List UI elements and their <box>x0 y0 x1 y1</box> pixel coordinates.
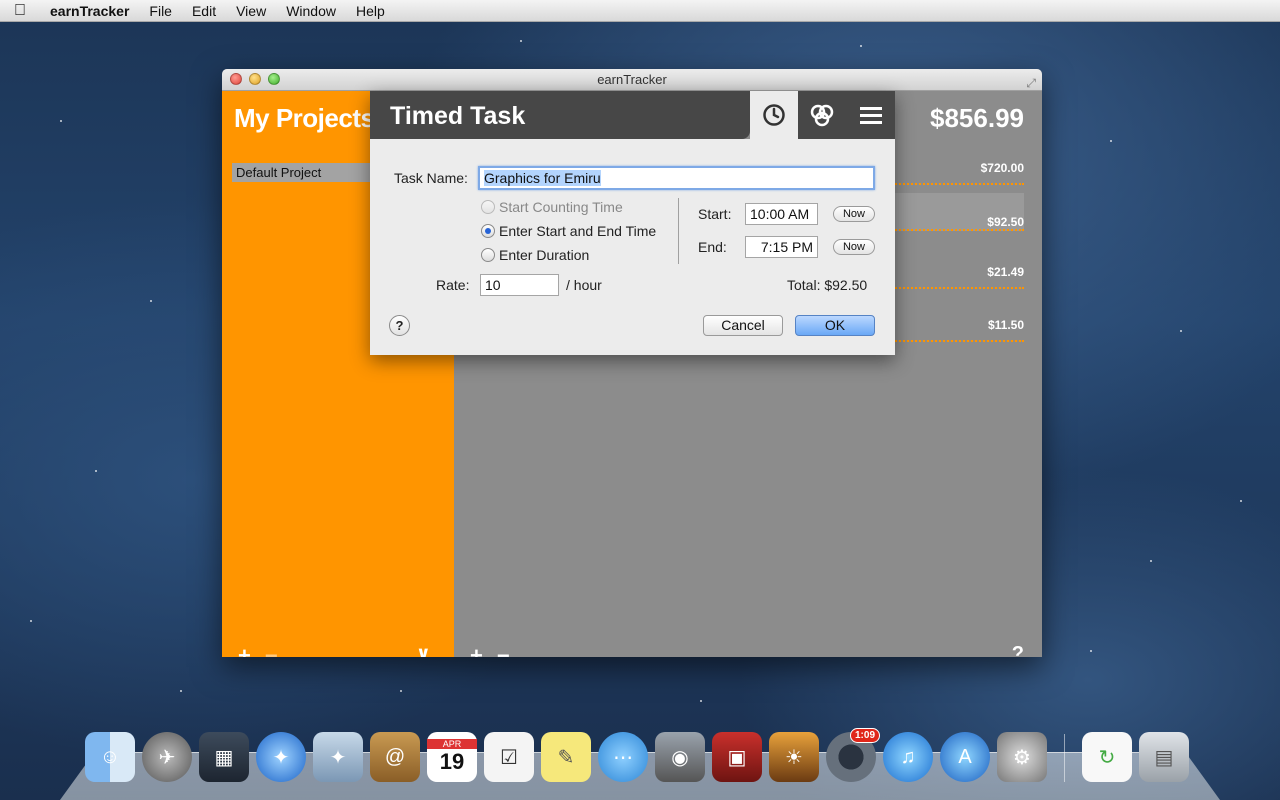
radio-enter-start-end[interactable] <box>481 224 495 238</box>
app-store-icon[interactable]: A <box>940 732 990 782</box>
remove-task-icon[interactable]: − <box>497 643 510 657</box>
notes-icon[interactable]: ✎ <box>541 732 591 782</box>
iphoto-icon[interactable]: ☀ <box>769 732 819 782</box>
option-start-counting-label: Start Counting Time <box>499 199 623 215</box>
start-now-button[interactable]: Now <box>833 206 875 222</box>
ok-button[interactable]: OK <box>795 315 875 336</box>
close-window-button[interactable] <box>230 73 242 85</box>
menu-bar:  earnTracker File Edit View Window Help <box>0 0 1280 22</box>
document-icon[interactable]: ↻ <box>1082 732 1132 782</box>
options-divider <box>678 198 679 264</box>
menu-help[interactable]: Help <box>346 3 395 19</box>
launchpad-icon[interactable]: ✈ <box>142 732 192 782</box>
rate-unit: / hour <box>566 277 602 293</box>
tab-categories[interactable] <box>798 91 846 139</box>
safari-icon[interactable]: ✦ <box>256 732 306 782</box>
radio-enter-duration[interactable] <box>481 248 495 262</box>
earnings-total: $856.99 <box>930 103 1024 133</box>
dock: ☺ ✈ ▦ ✦ ✦ @ APR 19 ☑ ✎ ⋯ ◉ ▣ ☀ 1:09 ♫ A … <box>85 728 1189 782</box>
dialog-title: Timed Task <box>370 91 750 139</box>
itunes-icon[interactable]: ♫ <box>883 732 933 782</box>
photo-booth-icon[interactable]: ▣ <box>712 732 762 782</box>
rate-label: Rate: <box>436 277 470 293</box>
rate-input[interactable]: 10 <box>480 274 559 296</box>
facetime-icon[interactable]: ◉ <box>655 732 705 782</box>
start-time-input[interactable]: 10:00 AM <box>745 203 818 225</box>
mission-control-icon[interactable]: ▦ <box>199 732 249 782</box>
circles-icon <box>810 104 834 127</box>
task-name-label: Task Name: <box>394 170 468 186</box>
end-time-input[interactable]: 7:15 PM <box>745 236 818 258</box>
tab-menu[interactable] <box>846 91 895 139</box>
option-enter-start-end-label: Enter Start and End Time <box>499 223 657 239</box>
timer-badge: 1:09 <box>849 728 880 743</box>
add-task-icon[interactable]: + <box>470 643 483 657</box>
end-now-button[interactable]: Now <box>833 239 875 255</box>
minimize-window-button[interactable] <box>249 73 261 85</box>
trash-icon[interactable]: ▤ <box>1139 732 1189 782</box>
contacts-icon[interactable]: @ <box>370 732 420 782</box>
menu-app-name[interactable]: earnTracker <box>40 3 139 19</box>
option-enter-duration-label: Enter Duration <box>499 247 590 263</box>
chevron-down-icon[interactable]: ∨ <box>416 643 431 657</box>
apple-menu-icon[interactable]:  <box>0 2 40 20</box>
add-project-icon[interactable]: + <box>238 643 251 657</box>
menu-view[interactable]: View <box>226 3 276 19</box>
menu-file[interactable]: File <box>139 3 182 19</box>
task-amount: $720.00 <box>980 161 1024 175</box>
messages-icon[interactable]: ⋯ <box>598 732 648 782</box>
clock-icon <box>763 104 785 126</box>
task-name-input[interactable]: Graphics for Emiru <box>478 166 875 190</box>
sidebar-title: My Projects <box>234 103 375 133</box>
zoom-window-button[interactable] <box>268 73 280 85</box>
timed-task-dialog: Timed Task Task Name: Graphics for Emiru… <box>370 91 895 355</box>
task-amount: $11.50 <box>987 318 1024 332</box>
calendar-icon[interactable]: APR 19 <box>427 732 477 782</box>
task-amount: $21.49 <box>987 265 1024 279</box>
help-icon[interactable]: ? <box>1012 643 1024 657</box>
reminders-icon[interactable]: ☑ <box>484 732 534 782</box>
menu-edit[interactable]: Edit <box>182 3 226 19</box>
system-preferences-icon[interactable]: ⚙ <box>997 732 1047 782</box>
timer-app-icon[interactable]: 1:09 <box>826 728 880 782</box>
total-amount: Total: $92.50 <box>787 277 868 293</box>
start-label: Start: <box>698 206 732 222</box>
hamburger-icon <box>859 103 882 128</box>
end-label: End: <box>698 239 727 255</box>
task-amount: $92.50 <box>987 215 1024 229</box>
window-titlebar[interactable]: earnTracker ⤢ <box>222 69 1042 91</box>
tab-timed-task[interactable] <box>750 91 798 139</box>
dock-separator <box>1064 734 1065 782</box>
help-button[interactable]: ? <box>389 315 410 336</box>
finder-icon[interactable]: ☺ <box>85 732 135 782</box>
window-title: earnTracker <box>597 72 667 87</box>
mail-icon[interactable]: ✦ <box>313 732 363 782</box>
menu-window[interactable]: Window <box>276 3 346 19</box>
cancel-button[interactable]: Cancel <box>703 315 783 336</box>
remove-project-icon[interactable]: − <box>265 643 278 657</box>
radio-start-counting[interactable] <box>481 200 495 214</box>
